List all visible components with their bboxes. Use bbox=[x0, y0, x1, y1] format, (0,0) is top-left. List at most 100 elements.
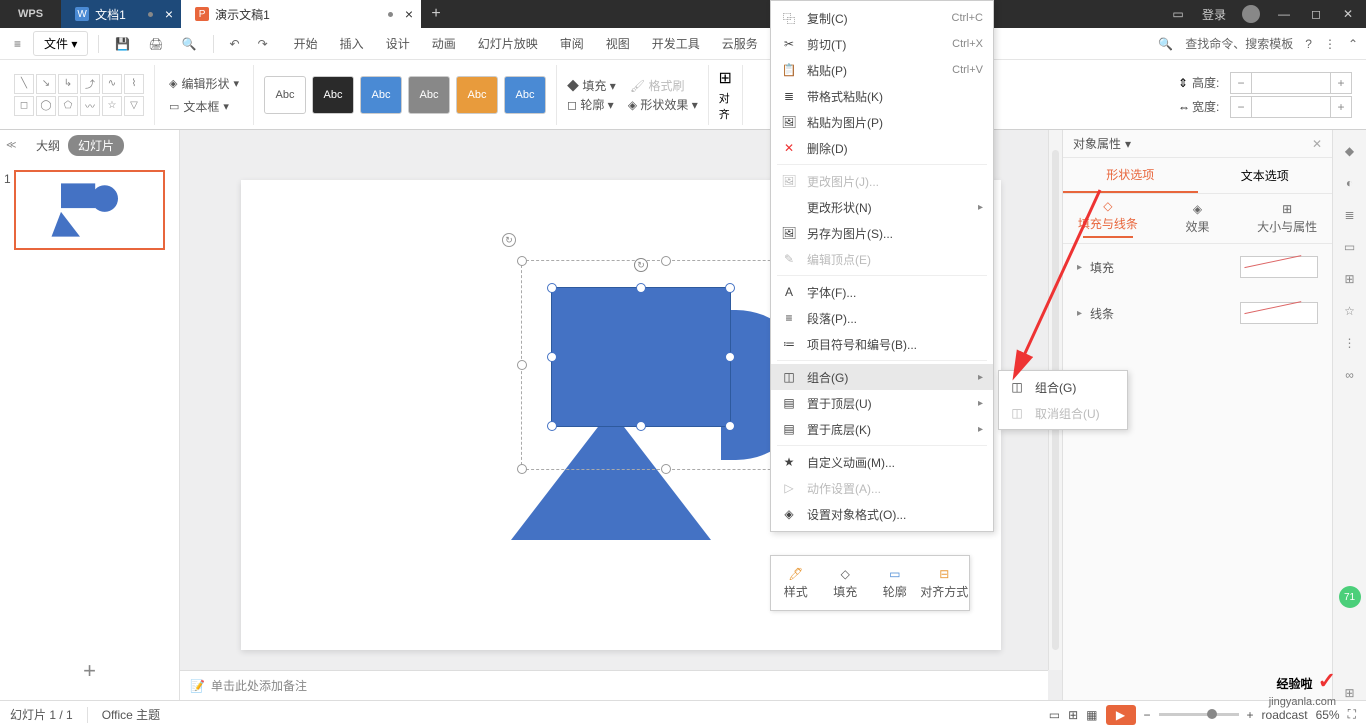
outline-tab[interactable]: 大纲 bbox=[36, 137, 60, 154]
slides-tab[interactable]: 幻灯片 bbox=[68, 135, 124, 156]
tab-view[interactable]: 视图 bbox=[606, 35, 630, 52]
view-reading-icon[interactable]: ▦ bbox=[1086, 708, 1097, 722]
effect-button[interactable]: ◈ 形状效果 ▾ bbox=[628, 96, 698, 113]
height-input[interactable]: ⇕高度: −+ bbox=[1178, 72, 1352, 94]
context-menu-item[interactable]: 🖼另存为图片(S)... bbox=[771, 220, 993, 246]
mini-align[interactable]: ⊟对齐方式 bbox=[920, 556, 970, 610]
score-badge[interactable]: 71 bbox=[1339, 586, 1361, 608]
context-menu-item[interactable]: ★自定义动画(M)... bbox=[771, 449, 993, 475]
fit-icon[interactable]: ⛶ bbox=[1348, 707, 1356, 722]
tool-icon[interactable]: ◐ bbox=[1346, 176, 1353, 190]
undo-icon[interactable]: ↶ bbox=[224, 35, 246, 53]
subtab-size[interactable]: ⊞大小与属性 bbox=[1242, 194, 1332, 243]
tab-home[interactable]: 开始 bbox=[294, 35, 318, 52]
zoom-out-icon[interactable]: − bbox=[1144, 708, 1151, 722]
context-menu-item[interactable]: ◫组合(G)▸ bbox=[771, 364, 993, 390]
fill-section[interactable]: ▸填充 bbox=[1063, 244, 1332, 290]
tool-icon[interactable]: ≣ bbox=[1344, 208, 1354, 222]
rectangle-shape[interactable]: ↻ bbox=[551, 287, 731, 427]
redo-icon[interactable]: ↷ bbox=[252, 35, 274, 53]
subtab-fill-line[interactable]: ◇填充与线条 bbox=[1063, 194, 1153, 243]
context-menu-item[interactable]: 🖼粘贴为图片(P) bbox=[771, 109, 993, 135]
line-section[interactable]: ▸线条 bbox=[1063, 290, 1332, 336]
slideshow-button[interactable]: ▶ bbox=[1106, 705, 1136, 725]
view-normal-icon[interactable]: ▭ bbox=[1049, 708, 1060, 722]
textbox-button[interactable]: ▭ 文本框 ▾ bbox=[165, 96, 243, 117]
help-icon[interactable]: ? bbox=[1305, 37, 1312, 51]
edit-shape-button[interactable]: ◈ 编辑形状 ▾ bbox=[165, 73, 243, 94]
close-icon[interactable]: × bbox=[165, 6, 173, 22]
width-input[interactable]: ⇔宽度: −+ bbox=[1178, 96, 1352, 118]
close-window-icon[interactable]: ✕ bbox=[1340, 6, 1356, 22]
context-menu-item[interactable]: ⿻复制(C)Ctrl+C bbox=[771, 5, 993, 31]
hamburger-icon[interactable]: ≡ bbox=[8, 35, 27, 53]
tab-shape-options[interactable]: 形状选项 bbox=[1063, 158, 1198, 193]
view-sorter-icon[interactable]: ⊞ bbox=[1068, 708, 1078, 722]
context-menu-item[interactable]: 更改形状(N)▸ bbox=[771, 194, 993, 220]
tab-insert[interactable]: 插入 bbox=[340, 35, 364, 52]
tab-cloud[interactable]: 云服务 bbox=[722, 35, 758, 52]
search-placeholder[interactable]: 查找命令、搜索模板 bbox=[1185, 35, 1293, 52]
save-icon[interactable]: 💾 bbox=[109, 35, 136, 53]
rotate-handle-icon[interactable]: ↻ bbox=[502, 233, 516, 247]
zoom-level[interactable]: 65% bbox=[1316, 708, 1340, 722]
align-icon[interactable]: ⊞ bbox=[719, 68, 732, 88]
zoom-slider[interactable] bbox=[1159, 713, 1239, 716]
slide-thumbnail-1[interactable]: 1 bbox=[14, 170, 165, 250]
zoom-in-icon[interactable]: + bbox=[1247, 708, 1254, 722]
mini-style[interactable]: 🖊样式 bbox=[771, 556, 821, 610]
rotate-handle-icon[interactable]: ↻ bbox=[634, 258, 648, 272]
context-menu-item[interactable]: ✕删除(D) bbox=[771, 135, 993, 161]
more-icon[interactable]: ⋮ bbox=[1324, 37, 1336, 51]
grid-icon[interactable]: ⊞ bbox=[1344, 686, 1354, 700]
context-menu-item[interactable]: ≡段落(P)... bbox=[771, 305, 993, 331]
tab-text-options[interactable]: 文本选项 bbox=[1198, 158, 1333, 193]
tool-icon[interactable]: ⋮ bbox=[1344, 336, 1356, 350]
mini-outline[interactable]: ▭轮廓 bbox=[870, 556, 920, 610]
submenu-item[interactable]: ◫组合(G) bbox=[999, 374, 1127, 400]
context-menu-item[interactable]: A字体(F)... bbox=[771, 279, 993, 305]
add-slide-button[interactable]: + bbox=[0, 642, 179, 700]
file-menu[interactable]: 文件 ▾ bbox=[33, 31, 88, 56]
subtab-effects[interactable]: ◈效果 bbox=[1153, 194, 1243, 243]
close-icon[interactable]: × bbox=[405, 6, 413, 22]
line-shapes-grid[interactable]: ╲↘↳⤴∿⌇ ◻◯⬠〰☆▽ bbox=[14, 74, 144, 116]
close-pane-icon[interactable]: ✕ bbox=[1312, 137, 1322, 151]
dropdown-icon[interactable]: ▾ bbox=[1125, 137, 1131, 151]
tab-developer[interactable]: 开发工具 bbox=[652, 35, 700, 52]
tool-icon[interactable]: ☆ bbox=[1344, 304, 1355, 318]
new-tab-button[interactable]: + bbox=[421, 5, 451, 23]
mini-fill[interactable]: ◇填充 bbox=[821, 556, 871, 610]
outline-button[interactable]: ◻ 轮廓 ▾ bbox=[567, 96, 614, 113]
context-menu-item[interactable]: ≔项目符号和编号(B)... bbox=[771, 331, 993, 357]
tool-icon[interactable]: ∞ bbox=[1345, 368, 1354, 382]
tab-animation[interactable]: 动画 bbox=[432, 35, 456, 52]
tab-review[interactable]: 审阅 bbox=[560, 35, 584, 52]
tool-icon[interactable]: ⊞ bbox=[1344, 272, 1354, 286]
shape-styles[interactable]: Abc Abc Abc Abc Abc Abc bbox=[264, 76, 546, 114]
layout-icon[interactable]: ▭ bbox=[1170, 6, 1186, 22]
context-menu-item[interactable]: ◈设置对象格式(O)... bbox=[771, 501, 993, 527]
avatar-icon[interactable] bbox=[1242, 5, 1260, 23]
tool-icon[interactable]: ▭ bbox=[1344, 240, 1355, 254]
tab-design[interactable]: 设计 bbox=[386, 35, 410, 52]
login-label[interactable]: 登录 bbox=[1202, 6, 1226, 23]
context-menu-item[interactable]: ✂剪切(T)Ctrl+X bbox=[771, 31, 993, 57]
tab-presentation1[interactable]: P 演示文稿1 × bbox=[181, 0, 421, 28]
context-menu-item[interactable]: ≣带格式粘贴(K) bbox=[771, 83, 993, 109]
fill-swatch[interactable] bbox=[1240, 256, 1318, 278]
search-icon[interactable]: 🔍 bbox=[1158, 37, 1173, 51]
context-menu-item[interactable]: ▤置于顶层(U)▸ bbox=[771, 390, 993, 416]
collapse-ribbon-icon[interactable]: ⌃ bbox=[1348, 37, 1358, 51]
line-swatch[interactable] bbox=[1240, 302, 1318, 324]
fill-button[interactable]: ◆ 填充 ▾ bbox=[567, 77, 616, 94]
minimize-icon[interactable]: — bbox=[1276, 6, 1292, 22]
print-icon[interactable]: 🖨 bbox=[142, 35, 169, 53]
tab-slideshow[interactable]: 幻灯片放映 bbox=[478, 35, 538, 52]
tool-icon[interactable]: ◆ bbox=[1345, 144, 1354, 158]
collapse-icon[interactable]: ≪ bbox=[6, 140, 16, 151]
notes-placeholder[interactable]: 单击此处添加备注 bbox=[211, 677, 307, 694]
context-menu-item[interactable]: 📋粘贴(P)Ctrl+V bbox=[771, 57, 993, 83]
preview-icon[interactable]: 🔍 bbox=[176, 35, 203, 53]
notes-bar[interactable]: 📝 单击此处添加备注 bbox=[180, 670, 1048, 700]
